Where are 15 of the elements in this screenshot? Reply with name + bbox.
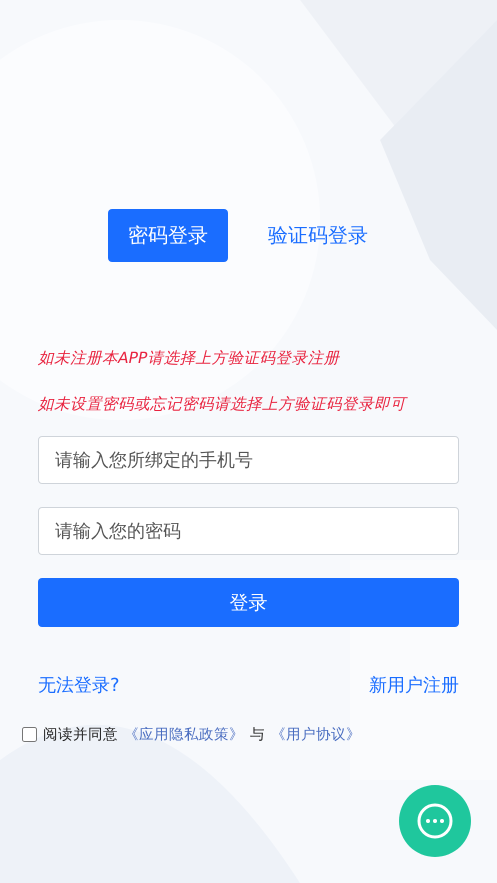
- agreement-text: 与: [250, 726, 265, 744]
- user-agreement-link[interactable]: 《用户协议》: [271, 725, 361, 744]
- agreement-checkbox[interactable]: [22, 727, 37, 742]
- register-link[interactable]: 新用户注册: [369, 673, 459, 697]
- notice-text: 如未设置密码或忘记密码请选择上方验证码登录即可: [38, 394, 409, 415]
- notice-text: 如未注册本APP请选择上方验证码登录注册: [38, 348, 341, 369]
- agreement-text: 阅读并同意: [43, 726, 118, 744]
- phone-field[interactable]: 请输入您所绑定的手机号: [38, 436, 459, 484]
- cannot-login-link[interactable]: 无法登录?: [38, 673, 120, 697]
- login-button[interactable]: 登录: [38, 578, 459, 627]
- chat-icon: [415, 801, 455, 841]
- login-tab[interactable]: 密码登录: [108, 209, 228, 262]
- password-field[interactable]: 请输入您的密码: [38, 507, 459, 555]
- login-tab[interactable]: 验证码登录: [248, 209, 388, 262]
- privacy-policy-link[interactable]: 《应用隐私政策》: [124, 725, 244, 744]
